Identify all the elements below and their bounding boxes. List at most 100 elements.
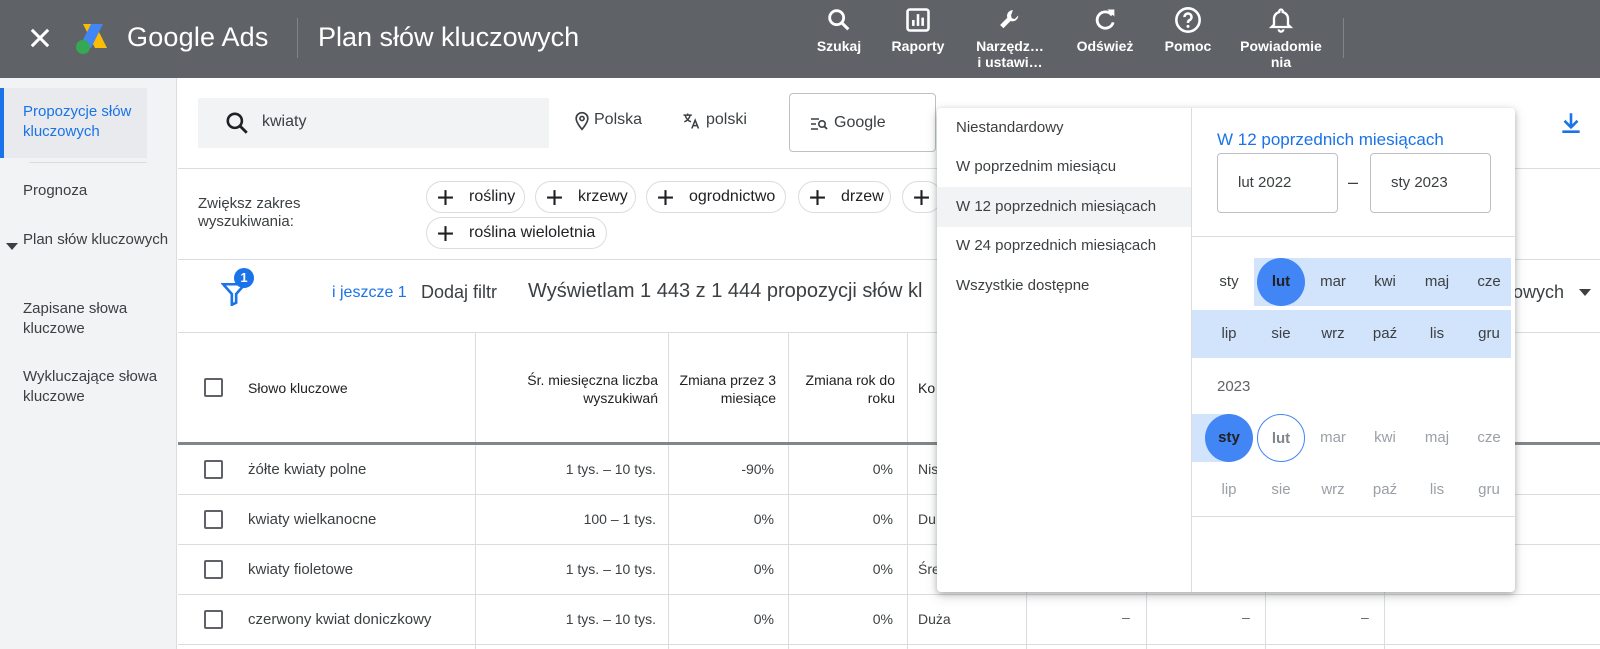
tools-button[interactable]: Narzędz… i ustawi… <box>970 6 1050 74</box>
month-2022-lis[interactable]: lis <box>1413 310 1461 358</box>
location-selector[interactable]: Polska <box>572 111 643 131</box>
plus-icon <box>810 190 825 205</box>
change-yoy-cell: 0% <box>872 611 893 627</box>
keyword-search-box[interactable]: kwiaty <box>198 98 549 148</box>
results-count: Wyświetlam 1 443 z 1 444 propozycji słów… <box>528 280 923 302</box>
filter-button[interactable]: 1 <box>218 268 264 308</box>
range-option-last-month[interactable]: W poprzednim miesiącu <box>937 147 1191 187</box>
range-option-last-12-months[interactable]: W 12 poprzednich miesiącach <box>937 187 1191 227</box>
change-yoy-cell: 0% <box>872 511 893 527</box>
start-date-input[interactable]: lut 2022 <box>1217 153 1338 213</box>
change-3m-cell: 0% <box>753 611 774 627</box>
download-icon[interactable] <box>1558 110 1584 136</box>
network-selector[interactable]: Google <box>789 93 936 152</box>
refresh-icon <box>1095 9 1115 30</box>
month-2023-sty[interactable]: sty <box>1205 414 1253 462</box>
top-bar: Google Ads Plan słów kluczowych Szukaj R… <box>0 0 1600 78</box>
sidebar-item-negative-keywords[interactable]: Wykluczające słowa kluczowe <box>23 367 173 407</box>
search-button-label: Szukaj <box>816 38 862 54</box>
chip-drzew[interactable]: drzew <box>798 181 891 213</box>
columns-selector-label: owych <box>1513 282 1565 302</box>
range-option-all-available[interactable]: Wszystkie dostępne <box>937 266 1191 306</box>
location-label: Polska <box>594 111 643 128</box>
add-filter-button[interactable]: Dodaj filtr <box>421 282 497 303</box>
more-filters-link[interactable]: i jeszcze 1 <box>332 284 407 302</box>
keyword-cell: kwiaty fioletowe <box>248 561 354 578</box>
month-2022-paz[interactable]: paź <box>1361 310 1409 358</box>
month-2023-sie: sie <box>1271 481 1291 498</box>
month-2022-wrz[interactable]: wrz <box>1309 310 1357 358</box>
search-button[interactable]: Szukaj <box>808 6 870 74</box>
month-2023-lut[interactable]: lut <box>1257 414 1305 462</box>
header-divider-right <box>1343 18 1344 58</box>
columns-selector[interactable]: owych <box>1513 282 1592 303</box>
col-header-change-yoy[interactable]: Zmiana rok do roku <box>790 371 895 407</box>
month-2022-lut[interactable]: lut <box>1257 258 1305 306</box>
table-row[interactable]: czerwony kwiat doniczkowy 1 tys. – 10 ty… <box>178 595 1600 645</box>
month-2022-gru[interactable]: gru <box>1465 310 1513 358</box>
row-checkbox[interactable] <box>204 560 223 579</box>
change-yoy-cell: 0% <box>872 561 893 577</box>
sidebar-item-keyword-ideas[interactable]: Propozycje słów kluczowych <box>23 102 173 142</box>
month-2022-kwi[interactable]: kwi <box>1361 258 1409 306</box>
chip-rosliny[interactable]: rośliny <box>426 181 525 213</box>
range-option-custom[interactable]: Niestandardowy <box>937 108 1191 148</box>
notifications-button[interactable]: Powiadomie nia <box>1234 6 1328 74</box>
row-checkbox[interactable] <box>204 610 223 629</box>
chip-ogrodnictwo[interactable]: ogrodnictwo <box>646 181 786 213</box>
refresh-button[interactable]: Odśwież <box>1072 6 1138 74</box>
plus-icon <box>658 190 673 205</box>
avg-searches-cell: 1 tys. – 10 tys. <box>565 561 656 577</box>
close-icon[interactable] <box>26 24 54 52</box>
month-2022-sty[interactable]: sty <box>1205 258 1253 306</box>
month-2022-maj[interactable]: maj <box>1413 258 1461 306</box>
help-button[interactable]: Pomoc <box>1160 6 1216 74</box>
search-network-icon <box>811 118 828 130</box>
search-query: kwiaty <box>262 113 307 130</box>
chip-label: rośliny <box>469 188 516 205</box>
chip-roslina-wieloletnia[interactable]: roślina wieloletnia <box>426 217 607 249</box>
sidebar-item-keyword-plan[interactable]: Plan słów kluczowych <box>23 230 173 250</box>
competition-cell: Nis <box>918 461 939 477</box>
row-checkbox[interactable] <box>204 510 223 529</box>
col-header-keyword[interactable]: Słowo kluczowe <box>248 379 348 397</box>
page-title: Plan słów kluczowych <box>318 22 580 52</box>
month-2023-maj: maj <box>1424 429 1450 446</box>
month-2023-mar: mar <box>1320 429 1346 446</box>
notifications-label-line2: nia <box>1270 54 1292 70</box>
month-2022-cze[interactable]: cze <box>1465 258 1513 306</box>
end-date-input[interactable]: sty 2023 <box>1370 153 1491 213</box>
picker-divider <box>1192 516 1515 517</box>
col-header-change-3m[interactable]: Zmiana przez 3 miesiące <box>678 371 776 407</box>
chip-more[interactable] <box>902 181 942 213</box>
row-checkbox[interactable] <box>204 460 223 479</box>
change-3m-cell: 0% <box>753 561 774 577</box>
range-title: W 12 poprzednich miesiącach <box>1217 130 1444 149</box>
chip-krzewy[interactable]: krzewy <box>535 181 636 213</box>
month-2023-lip: lip <box>1221 481 1237 498</box>
month-2022-mar[interactable]: mar <box>1309 258 1357 306</box>
range-dash: – <box>1348 172 1359 192</box>
col-header-competition[interactable]: Ko <box>918 379 935 397</box>
month-2022-sie[interactable]: sie <box>1257 310 1305 358</box>
search-icon <box>226 112 248 134</box>
date-range-picker: Niestandardowy W poprzednim miesiącu W 1… <box>937 108 1515 592</box>
month-2022-lip[interactable]: lip <box>1205 310 1253 358</box>
notifications-label-line1: Powiadomie <box>1240 38 1322 54</box>
reports-button-label: Raporty <box>891 38 945 54</box>
avg-searches-cell: 1 tys. – 10 tys. <box>565 461 656 477</box>
range-option-last-24-months[interactable]: W 24 poprzednich miesiącach <box>937 226 1191 266</box>
year-label-2023: 2023 <box>1217 378 1251 395</box>
keyword-cell: żółte kwiaty polne <box>248 461 367 478</box>
sidebar-item-forecast[interactable]: Prognoza <box>23 181 173 201</box>
caret-down-icon[interactable] <box>6 243 18 251</box>
col-header-avg-searches[interactable]: Śr. miesięczna liczba wyszukiwań <box>508 371 658 407</box>
competition-cell: Duża <box>918 611 951 627</box>
reports-button[interactable]: Raporty <box>886 6 950 74</box>
sidebar-item-saved-keywords[interactable]: Zapisane słowa kluczowe <box>23 299 173 339</box>
select-all-checkbox[interactable] <box>204 378 223 397</box>
language-selector[interactable]: polski <box>681 111 747 129</box>
bell-icon <box>1268 8 1294 33</box>
sidebar-divider <box>29 162 147 163</box>
brand-name: Google Ads <box>127 22 269 52</box>
